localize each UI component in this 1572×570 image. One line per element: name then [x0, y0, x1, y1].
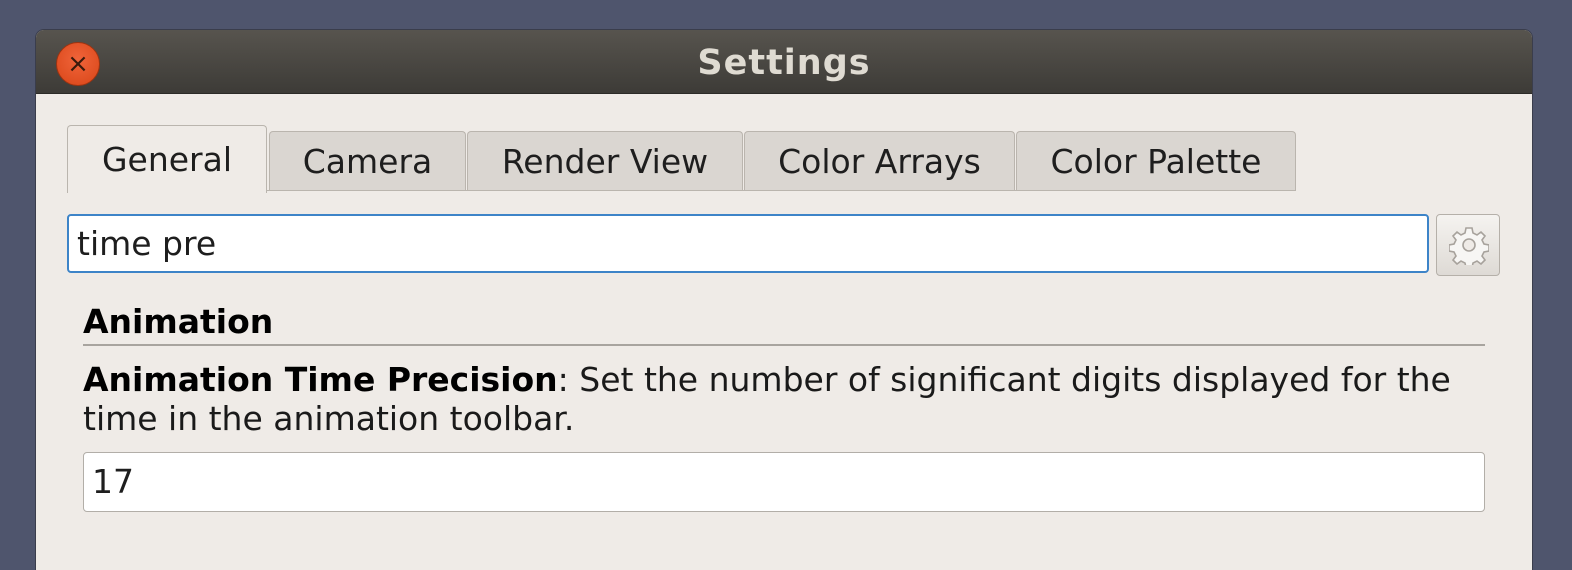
window-title: Settings: [697, 43, 871, 83]
title-bar[interactable]: Settings ×: [36, 30, 1532, 94]
tab-render-view[interactable]: Render View: [467, 131, 743, 191]
setting-description: Animation Time Precision: Set the number…: [83, 360, 1493, 438]
tab-color-palette[interactable]: Color Palette: [1016, 131, 1296, 191]
tab-general[interactable]: General: [67, 125, 267, 193]
advanced-options-button[interactable]: [1436, 214, 1500, 276]
search-input[interactable]: time pre: [67, 214, 1429, 273]
gear-icon: [1449, 227, 1489, 265]
section-divider: [83, 344, 1485, 346]
settings-window: Settings × General Camera Render View Co…: [36, 30, 1532, 570]
close-button[interactable]: ×: [56, 42, 100, 86]
close-icon: ×: [67, 49, 89, 79]
tab-color-arrays[interactable]: Color Arrays: [744, 131, 1015, 191]
setting-name: Animation Time Precision: [83, 360, 558, 399]
tab-camera[interactable]: Camera: [269, 131, 466, 191]
section-heading: Animation: [83, 302, 274, 341]
animation-time-precision-field[interactable]: 17: [83, 452, 1485, 512]
